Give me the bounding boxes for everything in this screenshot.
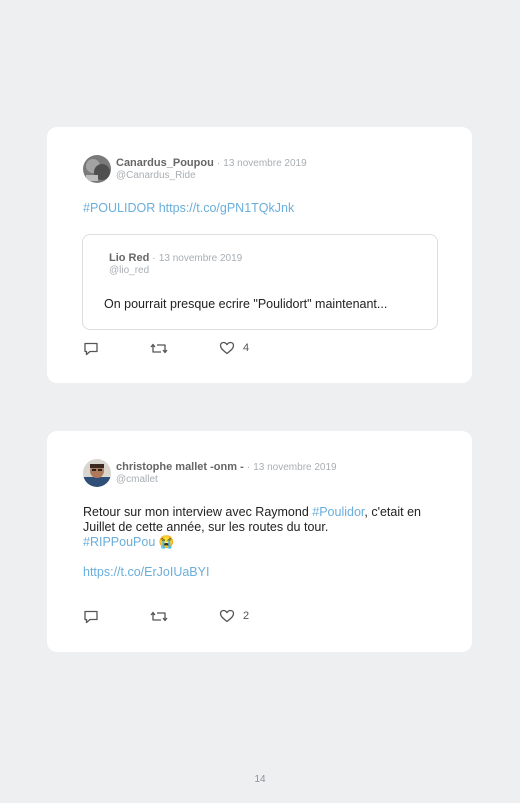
avatar-image xyxy=(83,155,111,183)
tweet-date[interactable]: 13 novembre 2019 xyxy=(253,462,336,473)
reply-button[interactable] xyxy=(83,608,99,624)
hashtag-link[interactable]: #POULIDOR xyxy=(83,201,155,215)
reply-icon xyxy=(84,610,98,623)
like-button[interactable]: 4 xyxy=(219,340,249,356)
retweet-button[interactable] xyxy=(150,608,168,624)
crying-emoji: 😭 xyxy=(158,535,175,549)
avatar[interactable] xyxy=(83,459,111,487)
tweet-text: #POULIDOR https://t.co/gPN1TQkJnk xyxy=(83,201,438,216)
quote-author-handle[interactable]: @lio_red xyxy=(109,265,242,277)
text-part: Retour sur mon interview avec Raymond xyxy=(83,505,313,519)
retweet-icon xyxy=(150,611,168,621)
url-link[interactable]: https://t.co/gPN1TQkJnk xyxy=(159,201,294,215)
tweet-actions: 4 xyxy=(83,340,283,356)
reply-button[interactable] xyxy=(83,340,99,356)
tweet-header: christophe mallet -onm - · 13 novembre 2… xyxy=(116,461,337,486)
quote-text: On pourrait presque ecrire "Poulidort" m… xyxy=(104,297,388,311)
like-icon xyxy=(219,609,235,623)
author-handle[interactable]: @cmallet xyxy=(116,474,337,486)
author-name[interactable]: christophe mallet -onm - xyxy=(116,461,244,473)
quote-header: Lio Red · 13 novembre 2019 @lio_red xyxy=(109,252,242,277)
author-name[interactable]: Canardus_Poupou xyxy=(116,157,214,169)
tweet-text: Retour sur mon interview avec Raymond #P… xyxy=(83,505,433,580)
avatar-image xyxy=(83,459,111,487)
tweet-date[interactable]: 13 novembre 2019 xyxy=(223,158,306,169)
separator: · xyxy=(246,462,251,473)
tweet-card-2: christophe mallet -onm - · 13 novembre 2… xyxy=(47,431,472,652)
like-count: 4 xyxy=(243,342,250,354)
tweet-header: Canardus_Poupou · 13 novembre 2019 @Cana… xyxy=(116,157,307,182)
quote-date[interactable]: 13 novembre 2019 xyxy=(159,253,242,264)
quoted-tweet[interactable]: Lio Red · 13 novembre 2019 @lio_red On p… xyxy=(82,234,438,330)
tweet-actions: 2 xyxy=(83,608,283,624)
retweet-icon xyxy=(150,343,168,353)
page-number: 14 xyxy=(254,774,266,785)
reply-icon xyxy=(84,342,98,355)
author-handle[interactable]: @Canardus_Ride xyxy=(116,170,307,182)
quote-author-name[interactable]: Lio Red xyxy=(109,252,149,264)
hashtag-link[interactable]: #Poulidor xyxy=(312,505,364,519)
tweet-card-1: Canardus_Poupou · 13 novembre 2019 @Cana… xyxy=(47,127,472,383)
separator: · xyxy=(216,158,221,169)
hashtag-link[interactable]: #RIPPouPou xyxy=(83,535,155,549)
retweet-button[interactable] xyxy=(150,340,168,356)
like-button[interactable]: 2 xyxy=(219,608,249,624)
like-count: 2 xyxy=(243,610,250,622)
avatar[interactable] xyxy=(83,155,111,183)
like-icon xyxy=(219,341,235,355)
separator: · xyxy=(152,253,156,264)
url-link[interactable]: https://t.co/ErJoIUaBYI xyxy=(83,565,209,579)
